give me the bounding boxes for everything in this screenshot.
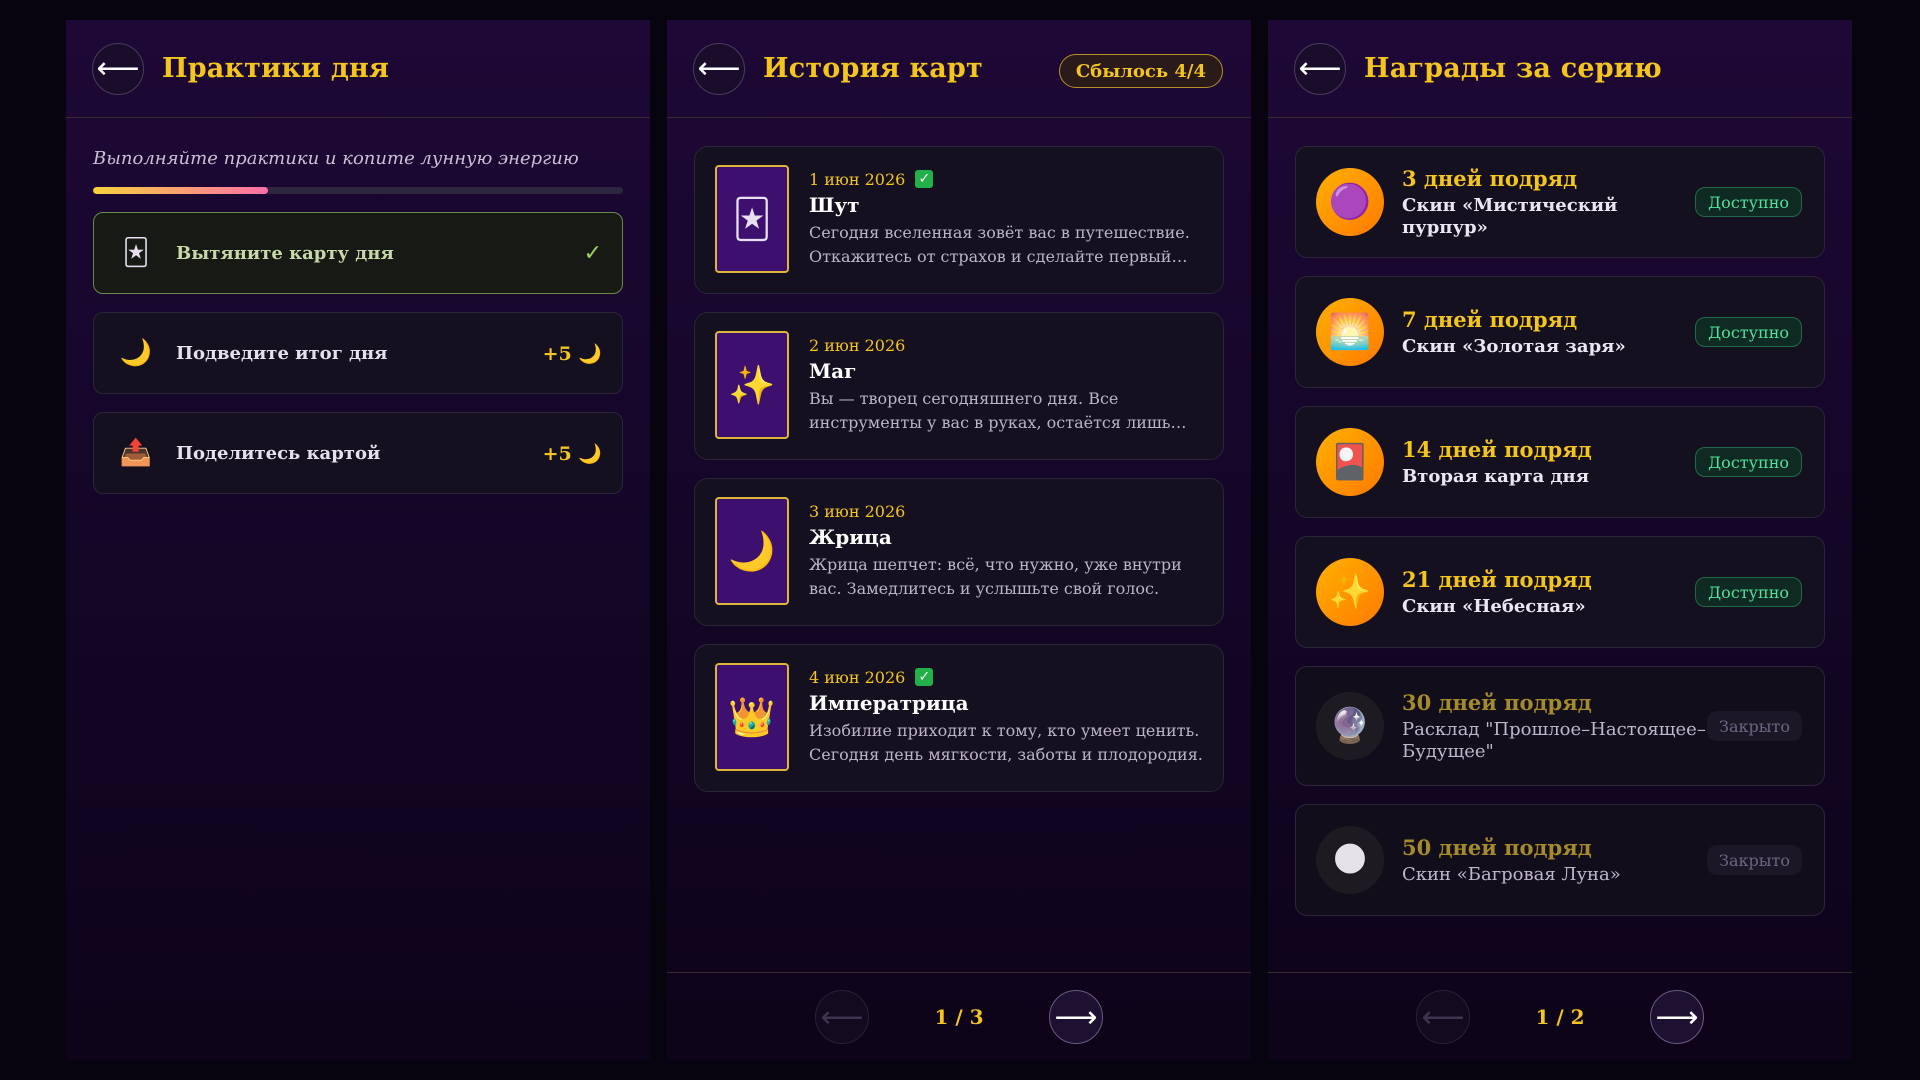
card-text: Жрица шепчет: всё, что нужно, уже внутри…	[809, 555, 1182, 598]
share-icon: 📤	[119, 438, 153, 468]
status-badge: Доступно	[1695, 187, 1802, 217]
task-reward: +5 🌙	[542, 442, 602, 465]
panel-header: ⟵ История карт Сбылось 4/4	[667, 20, 1251, 118]
reward-title: 21 дней подряд	[1402, 566, 1592, 592]
reward-card[interactable]: 🎴 14 дней подряд Вторая карта дня Доступн…	[1295, 406, 1825, 518]
task-draw-card[interactable]: 🃏 Вытяните карту дня ✓	[93, 212, 623, 294]
arrow-left-icon: ⟵	[820, 999, 864, 1035]
check-icon: ✓	[583, 240, 602, 266]
new-moon-icon: 🌑	[1316, 826, 1384, 894]
reward-title: 3 дней подряд	[1402, 165, 1578, 191]
back-button[interactable]: ⟵	[693, 42, 745, 95]
arrow-left-icon: ⟵	[1298, 50, 1342, 86]
card-text: Изобилие приходит к тому, кто умеет цени…	[809, 721, 1203, 764]
status-badge: Доступно	[1695, 317, 1802, 347]
task-reward: +5 🌙	[542, 342, 602, 365]
crystal-ball-icon: 🔮	[1316, 692, 1384, 760]
card-history-panel: ⟵ История карт Сбылось 4/4 🃏 1 июн 2026 ✓…	[667, 20, 1251, 1060]
task-label: Подведите итог дня	[176, 342, 388, 364]
reward-card[interactable]: 🟣 3 дней подряд Скин «Мистический пурпур»…	[1295, 146, 1825, 258]
card-text: Вы — творец сегодняшнего дня. Все инстру…	[809, 389, 1171, 432]
page-title: Награды за серию	[1364, 53, 1662, 84]
history-card[interactable]: 🌙 3 июн 2026 Жрица Жрица шепчет: всё, чт…	[694, 478, 1224, 626]
card-icon: 🎴	[1316, 428, 1384, 496]
reward-description: Вторая карта дня	[1402, 465, 1589, 487]
stage: ⟵ Практики дня Выполняйте практики и коп…	[0, 0, 1920, 1080]
reward-description: Скин «Золотая заря»	[1402, 335, 1626, 357]
page-title: Практики дня	[162, 53, 390, 84]
status-badge: Доступно	[1695, 447, 1802, 477]
checkmark-icon: ✓	[915, 170, 934, 188]
history-card[interactable]: 🃏 1 июн 2026 ✓ Шут Сегодня вселенная зовё…	[694, 146, 1224, 294]
reward-description: Скин «Небесная»	[1402, 595, 1586, 617]
card-date: 4 июн 2026	[809, 667, 906, 687]
card-text: Сегодня вселенная зовёт вас в путешестви…	[809, 223, 1190, 266]
task-label: Вытяните карту дня	[176, 242, 394, 264]
reward-card[interactable]: ✨ 21 дней подряд Скин «Небесная» Доступно	[1295, 536, 1825, 648]
card-date: 2 июн 2026	[809, 335, 906, 355]
card-date: 1 июн 2026	[809, 169, 906, 189]
status-badge: Закрыто	[1707, 845, 1802, 875]
card-icon: 🃏	[122, 238, 150, 268]
reward-title: 7 дней подряд	[1402, 306, 1578, 332]
arrow-left-icon: ⟵	[96, 50, 140, 86]
reward-description: Скин «Мистический пурпур»	[1402, 194, 1618, 238]
panel-header: ⟵ Практики дня	[66, 20, 650, 118]
energy-progress-fill	[93, 187, 268, 194]
sunrise-icon: 🌅	[1316, 298, 1384, 366]
moon-icon: 🌙	[119, 338, 153, 368]
reward-title: 50 дней подряд	[1402, 834, 1592, 860]
status-badge: Доступно	[1695, 577, 1802, 607]
purple-circle-icon: 🟣	[1316, 168, 1384, 236]
history-card[interactable]: 👑 4 июн 2026 ✓ Императрица Изобилие прихо…	[694, 644, 1224, 792]
pagination: ⟵ 1 / 3 ⟶	[667, 972, 1251, 1060]
practices-subtitle: Выполняйте практики и копите лунную энер…	[93, 148, 579, 169]
fulfilled-badge: Сбылось 4/4	[1058, 54, 1223, 88]
status-badge: Закрыто	[1707, 711, 1802, 741]
pagination: ⟵ 1 / 2 ⟶	[1268, 972, 1852, 1060]
reward-description: Расклад "Прошлое–Настоящее–Будущее"	[1402, 718, 1706, 762]
jester-card-icon: 🃏	[715, 165, 789, 273]
sparkles-card-icon: ✨	[715, 331, 789, 439]
reward-card[interactable]: 🌅 7 дней подряд Скин «Золотая заря» Досту…	[1295, 276, 1825, 388]
arrow-left-icon: ⟵	[697, 50, 741, 86]
sparkles-icon: ✨	[1316, 558, 1384, 626]
back-button[interactable]: ⟵	[1294, 42, 1346, 95]
history-card[interactable]: ✨ 2 июн 2026 Маг Вы — творец сегодняшнег…	[694, 312, 1224, 460]
back-button[interactable]: ⟵	[92, 42, 144, 95]
arrow-right-icon: ⟶	[1655, 999, 1699, 1035]
arrow-right-icon: ⟶	[1054, 999, 1098, 1035]
page-indicator: 1 / 3	[934, 1005, 984, 1029]
task-share-card[interactable]: 📤 Поделитесь картой +5 🌙	[93, 412, 623, 494]
card-date: 3 июн 2026	[809, 501, 906, 521]
next-page-button[interactable]: ⟶	[1650, 990, 1704, 1044]
checkmark-icon: ✓	[915, 668, 934, 686]
prev-page-button[interactable]: ⟵	[1416, 990, 1470, 1044]
reward-card-locked: 🔮 30 дней подряд Расклад "Прошлое–Настоящ…	[1295, 666, 1825, 786]
task-day-summary[interactable]: 🌙 Подведите итог дня +5 🌙	[93, 312, 623, 394]
reward-title: 14 дней подряд	[1402, 436, 1592, 462]
crown-card-icon: 👑	[715, 663, 789, 771]
task-label: Поделитесь картой	[176, 442, 381, 464]
reward-card-locked: 🌑 50 дней подряд Скин «Багровая Луна» Зак…	[1295, 804, 1825, 916]
panel-header: ⟵ Награды за серию	[1268, 20, 1852, 118]
reward-description: Скин «Багровая Луна»	[1402, 863, 1621, 885]
card-name: Шут	[809, 193, 860, 217]
page-title: История карт	[763, 53, 983, 84]
card-name: Маг	[809, 359, 857, 383]
card-name: Императрица	[809, 691, 969, 715]
daily-practices-panel: ⟵ Практики дня Выполняйте практики и коп…	[66, 20, 650, 1060]
next-page-button[interactable]: ⟶	[1049, 990, 1103, 1044]
energy-progress-bar	[93, 187, 623, 194]
moon-card-icon: 🌙	[715, 497, 789, 605]
arrow-left-icon: ⟵	[1421, 999, 1465, 1035]
streak-rewards-panel: ⟵ Награды за серию 🟣 3 дней подряд Скин «…	[1268, 20, 1852, 1060]
page-indicator: 1 / 2	[1535, 1005, 1585, 1029]
card-name: Жрица	[809, 525, 892, 549]
prev-page-button[interactable]: ⟵	[815, 990, 869, 1044]
reward-title: 30 дней подряд	[1402, 689, 1592, 715]
